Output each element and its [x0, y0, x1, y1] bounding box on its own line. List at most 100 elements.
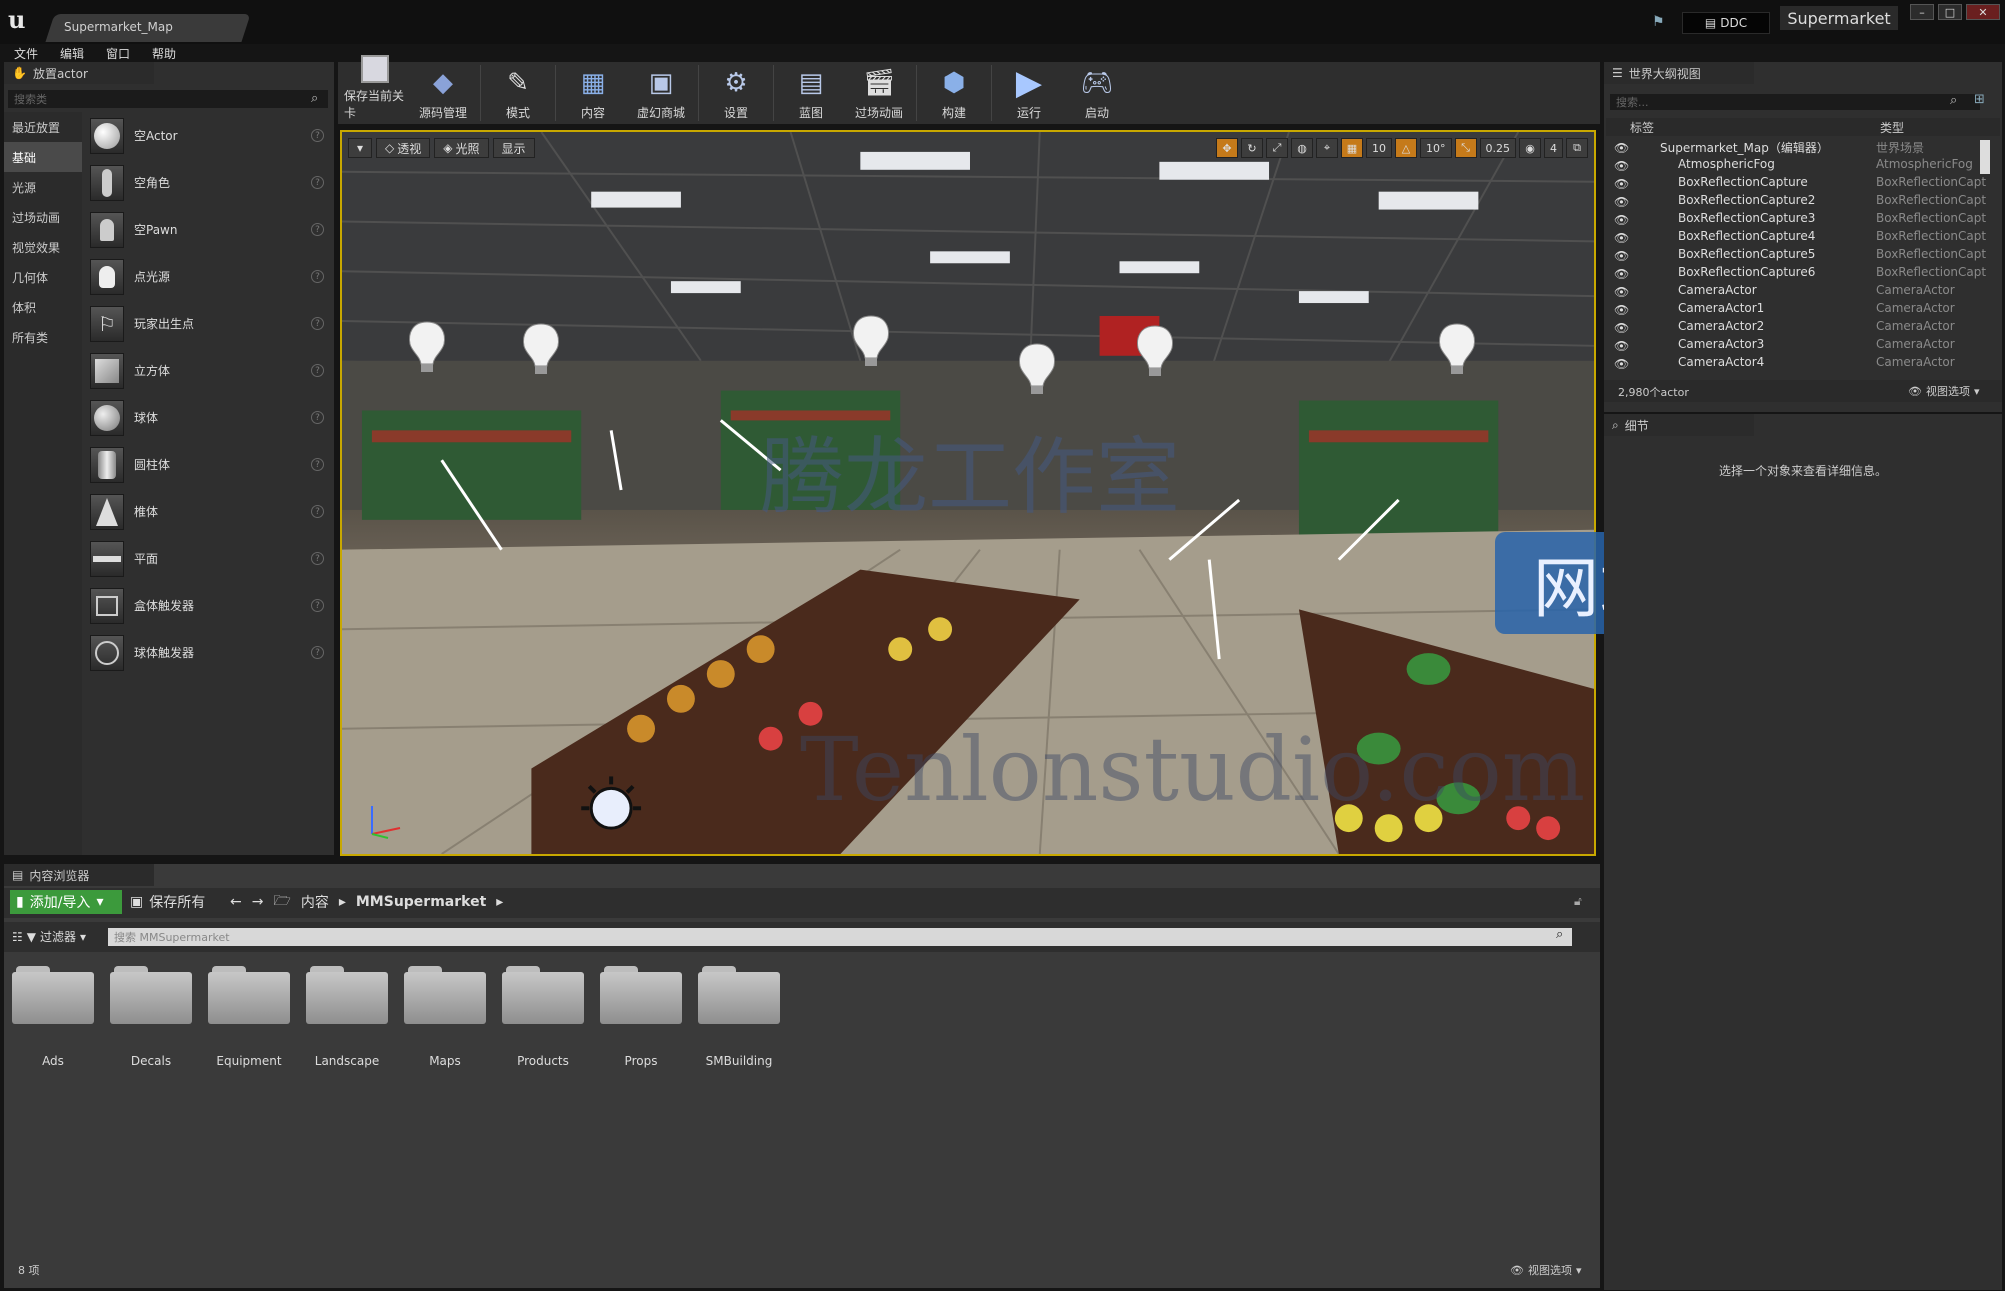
actor-sphere[interactable]: 球体?: [84, 394, 332, 441]
eye-icon[interactable]: 👁︎: [1614, 159, 1629, 173]
actor-cone[interactable]: 椎体?: [84, 488, 332, 535]
chevron-right-icon[interactable]: ▸: [496, 894, 503, 910]
actor-point-light[interactable]: 点光源?: [84, 253, 332, 300]
place-search-input[interactable]: 搜索类: [8, 90, 328, 108]
content-search-input[interactable]: 搜索 MMSupermarket: [108, 928, 1572, 946]
outliner-row[interactable]: 👁︎ BoxReflectionCapture6 BoxReflectionCapt: [1606, 264, 1986, 282]
eye-icon[interactable]: 👁︎: [1614, 141, 1629, 155]
category-visual-effects[interactable]: 视觉效果: [4, 232, 82, 262]
unreal-logo-icon[interactable]: u: [8, 5, 38, 35]
folder-products[interactable]: Products: [502, 962, 584, 1068]
outliner-row[interactable]: 👁︎ BoxReflectionCapture2 BoxReflectionCapt: [1606, 192, 1986, 210]
maximize-viewport-icon[interactable]: ⧉: [1566, 138, 1588, 158]
content-browser-tab[interactable]: ▤ 内容浏览器: [4, 864, 154, 886]
rotation-snap-value[interactable]: 10°: [1420, 138, 1452, 158]
camera-speed-icon[interactable]: ◉: [1519, 138, 1541, 158]
build-button[interactable]: ⬢ 构建: [923, 63, 985, 123]
actor-plane[interactable]: 平面?: [84, 535, 332, 582]
back-arrow-icon[interactable]: ←: [230, 894, 242, 910]
blueprints-button[interactable]: ▤ 蓝图: [780, 63, 842, 123]
breadcrumb-folder[interactable]: MMSupermarket: [356, 894, 486, 910]
actor-cube[interactable]: 立方体?: [84, 347, 332, 394]
scale-snap-icon[interactable]: ⤡: [1454, 138, 1477, 158]
camera-speed-value[interactable]: 4: [1544, 138, 1563, 158]
folder-landscape[interactable]: Landscape: [306, 962, 388, 1068]
category-all-classes[interactable]: 所有类: [4, 322, 82, 352]
chevron-right-icon[interactable]: ▸: [339, 894, 346, 910]
outliner-view-options-button[interactable]: 👁︎ 视图选项 ▾: [1908, 383, 1980, 399]
ddc-indicator[interactable]: ▤ DDC: [1682, 12, 1770, 34]
sources-panel-icon[interactable]: ☷: [12, 930, 23, 944]
save-all-button[interactable]: ▣ 保存所有: [130, 890, 205, 914]
world-space-icon[interactable]: ◍: [1291, 138, 1313, 158]
surface-snap-icon[interactable]: ⌖: [1316, 138, 1338, 158]
launch-button[interactable]: 🎮︎ 启动: [1066, 63, 1128, 123]
rotate-icon[interactable]: ↻: [1241, 138, 1263, 158]
outliner-row[interactable]: 👁︎ BoxReflectionCapture5 BoxReflectionCapt: [1606, 246, 1986, 264]
save-level-button[interactable]: 保存当前关卡: [344, 55, 406, 123]
point-light-gizmo[interactable]: [1134, 324, 1176, 378]
help-icon[interactable]: ?: [311, 223, 324, 236]
help-icon[interactable]: ?: [311, 458, 324, 471]
forward-arrow-icon[interactable]: →: [252, 894, 264, 910]
actor-sphere-trigger[interactable]: 球体触发器?: [84, 629, 332, 676]
show-button[interactable]: 显示: [492, 138, 535, 158]
eye-icon[interactable]: 👁︎: [1614, 303, 1629, 317]
minimize-button[interactable]: –: [1910, 4, 1934, 20]
actor-empty-actor[interactable]: 空Actor?: [84, 112, 332, 159]
outliner-scrollbar[interactable]: [1980, 140, 1990, 174]
perspective-button[interactable]: ◇ 透视: [376, 138, 431, 158]
actor-player-start[interactable]: ⚐ 玩家出生点?: [84, 300, 332, 347]
outliner-row[interactable]: 👁︎ CameraActor1 CameraActor: [1606, 300, 1986, 318]
eye-icon[interactable]: 👁︎: [1614, 249, 1629, 263]
help-icon[interactable]: ?: [311, 176, 324, 189]
eye-icon[interactable]: 👁︎: [1614, 177, 1629, 191]
category-geometry[interactable]: 几何体: [4, 262, 82, 292]
folder-props[interactable]: Props: [600, 962, 682, 1068]
actor-empty-pawn[interactable]: 空Pawn?: [84, 206, 332, 253]
settings-button[interactable]: ⚙ 设置: [705, 63, 767, 123]
source-control-flag-icon[interactable]: ⚑: [1652, 14, 1670, 30]
actor-cylinder[interactable]: 圆柱体?: [84, 441, 332, 488]
lock-icon[interactable]: 🔓︎: [1574, 894, 1582, 909]
menu-help[interactable]: 帮助: [152, 45, 176, 62]
marketplace-button[interactable]: ▣ 虚幻商城: [630, 63, 692, 123]
breadcrumb-root[interactable]: 内容: [301, 892, 329, 912]
eye-icon[interactable]: 👁︎: [1614, 321, 1629, 335]
point-light-gizmo[interactable]: [406, 320, 448, 374]
eye-icon[interactable]: 👁︎: [1614, 339, 1629, 353]
content-view-options-button[interactable]: 👁︎ 视图选项 ▾: [1510, 1262, 1582, 1278]
help-icon[interactable]: ?: [311, 552, 324, 565]
folder-smbuilding[interactable]: SMBuilding: [698, 962, 780, 1068]
point-light-gizmo[interactable]: [850, 314, 892, 368]
details-tab[interactable]: ⌕ 细节: [1604, 414, 1754, 436]
search-icon[interactable]: ⌕: [1950, 93, 1957, 108]
eye-icon[interactable]: 👁︎: [1614, 357, 1629, 371]
rotation-snap-icon[interactable]: △: [1395, 138, 1417, 158]
folder-decals[interactable]: Decals: [110, 962, 192, 1068]
menu-edit[interactable]: 编辑: [60, 45, 84, 62]
close-button[interactable]: ✕: [1966, 4, 2000, 20]
eye-icon[interactable]: 👁︎: [1614, 231, 1629, 245]
search-icon[interactable]: ⌕: [311, 91, 318, 106]
category-volumes[interactable]: 体积: [4, 292, 82, 322]
help-icon[interactable]: ?: [311, 129, 324, 142]
help-icon[interactable]: ?: [311, 646, 324, 659]
source-control-button[interactable]: ◆ 源码管理: [412, 63, 474, 123]
help-icon[interactable]: ?: [311, 270, 324, 283]
eye-icon[interactable]: 👁︎: [1614, 195, 1629, 209]
scale-icon[interactable]: ⤢: [1266, 138, 1288, 158]
category-recent[interactable]: 最近放置: [4, 112, 82, 142]
menu-window[interactable]: 窗口: [106, 45, 130, 62]
point-light-gizmo[interactable]: [1016, 342, 1058, 396]
outliner-row[interactable]: 👁︎ CameraActor2 CameraActor: [1606, 318, 1986, 336]
outliner-row[interactable]: 👁︎ BoxReflectionCapture4 BoxReflectionCapt: [1606, 228, 1986, 246]
grid-snap-icon[interactable]: ▦: [1341, 138, 1363, 158]
translate-icon[interactable]: ✥: [1216, 138, 1238, 158]
actor-box-trigger[interactable]: 盒体触发器?: [84, 582, 332, 629]
place-actor-tab[interactable]: ✋ 放置actor: [4, 62, 154, 84]
help-icon[interactable]: ?: [311, 317, 324, 330]
eye-icon[interactable]: 👁︎: [1614, 213, 1629, 227]
column-type-header[interactable]: 类型: [1880, 119, 1904, 136]
eye-icon[interactable]: 👁︎: [1614, 267, 1629, 281]
